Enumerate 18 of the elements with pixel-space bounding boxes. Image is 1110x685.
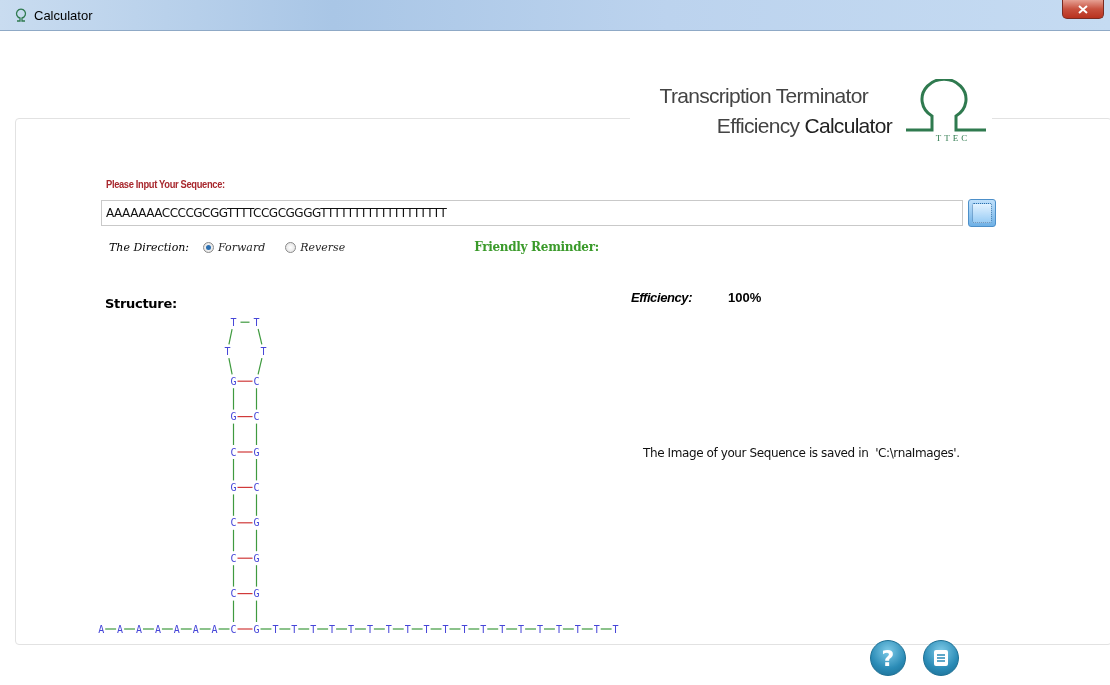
close-icon	[1078, 4, 1088, 14]
structure-label: Structure:	[105, 296, 177, 310]
sequence-field[interactable]: AAAAAAACCCCGCGGTTTTCCGCGGGGTTTTTTTTTTTTTTTTTTT	[101, 200, 963, 226]
direction-label: The Direction:	[109, 240, 190, 254]
efficiency-value: 100%	[728, 290, 762, 305]
efficiency-label: Efficiency:	[631, 290, 693, 305]
direction-radio[interactable]: Forward	[203, 240, 266, 254]
sequence-label: Please Input Your Sequence:	[106, 178, 225, 192]
square-button[interactable]	[968, 199, 996, 227]
save-message: The Image of your Sequence is saved in 'C:\rnaImages'.	[643, 446, 960, 460]
window-title: Calculator	[34, 7, 93, 23]
close-button[interactable]	[1062, 0, 1104, 19]
document-icon	[933, 649, 949, 667]
document-button[interactable]	[923, 640, 959, 676]
reminder-label: Friendly Reminder:	[474, 240, 599, 254]
omega-icon	[14, 8, 28, 22]
direction-radio[interactable]: Reverse	[285, 240, 346, 254]
rna-structure-drawing: A A A A A A A T T T T T T T T T T T T T T T T T T T G C G C C G G C C G C G C G C G T T T T	[98, 316, 619, 635]
